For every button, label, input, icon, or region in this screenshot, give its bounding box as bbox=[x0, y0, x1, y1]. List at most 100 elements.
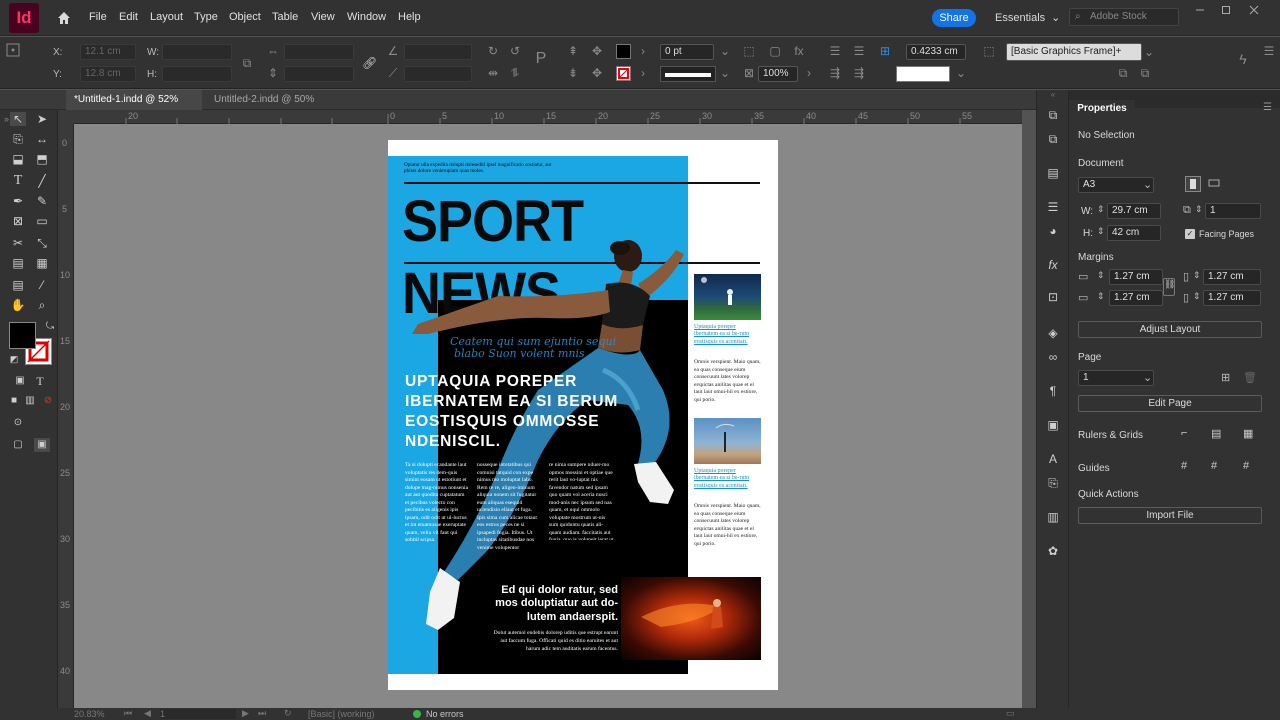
y-field[interactable]: 12.8 cm bbox=[80, 66, 136, 82]
home-icon[interactable] bbox=[56, 10, 72, 26]
margin-right-field[interactable]: 1.27 cm bbox=[1203, 290, 1261, 306]
fx-icon[interactable]: fx bbox=[792, 44, 806, 58]
pencil-tool-icon[interactable]: ✎ bbox=[34, 194, 50, 208]
effects-panel-icon[interactable]: fx bbox=[1045, 258, 1061, 272]
direct-selection-tool-icon[interactable]: ➤ bbox=[34, 112, 50, 126]
flip-horizontal-icon[interactable]: ⇹ bbox=[486, 66, 500, 80]
gap-chevron-icon[interactable]: ⌄ bbox=[954, 66, 968, 80]
margin-left-field[interactable]: 1.27 cm bbox=[1203, 269, 1261, 285]
next-page-icon[interactable]: ▶ bbox=[242, 708, 249, 719]
wrap-around-icon[interactable]: ⇶ bbox=[828, 66, 842, 80]
baseline-grid-icon[interactable]: ▤ bbox=[1211, 427, 1227, 443]
select-previous-icon[interactable]: ✥ bbox=[590, 44, 604, 58]
stepper-icon[interactable]: ⇕ bbox=[1193, 291, 1201, 302]
refresh-icon[interactable]: ↻ bbox=[284, 708, 292, 719]
selection-tool-icon[interactable]: ↖ bbox=[10, 112, 26, 126]
headline[interactable]: UPTAQUIA POREPER IBERNATEM EA SI BERUM E… bbox=[405, 372, 663, 452]
rotate-ccw-icon[interactable]: ↺ bbox=[508, 44, 522, 58]
page-tool-icon[interactable]: ⎘ bbox=[10, 132, 26, 146]
cc-libraries-icon[interactable]: ⊡ bbox=[1045, 290, 1061, 304]
apply-color-icon[interactable]: ■ bbox=[6, 394, 22, 408]
stepper-icon[interactable]: ⇕ bbox=[1195, 204, 1203, 215]
import-file-button[interactable]: Import File bbox=[1078, 507, 1262, 524]
pages-count-field[interactable]: 1 bbox=[1205, 203, 1261, 219]
sidebar-image-1[interactable] bbox=[694, 274, 761, 320]
pages-panel-icon[interactable]: ⧉ bbox=[1045, 108, 1061, 122]
rectangle-tool-icon[interactable]: ▭ bbox=[34, 214, 50, 228]
frame-fitting-icon[interactable]: ⊞ bbox=[878, 44, 892, 58]
scale-y-field[interactable] bbox=[284, 66, 354, 82]
screen-mode-normal-icon[interactable]: ▢ bbox=[10, 438, 26, 452]
body-column-3[interactable]: re nima sumpere nduer-mo opmos mossini e… bbox=[549, 462, 615, 540]
stroke-swatch[interactable] bbox=[616, 66, 631, 81]
reference-point-icon[interactable] bbox=[6, 43, 22, 83]
select-content-icon[interactable]: ⇟ bbox=[566, 66, 580, 80]
swatches-panel-icon[interactable]: ✿ bbox=[1045, 544, 1061, 558]
stepper-icon[interactable]: ⇕ bbox=[1193, 270, 1201, 281]
minimize-icon[interactable] bbox=[1194, 4, 1210, 16]
tab-untitled-1[interactable]: *Untitled-1.indd @ 52% ✕ bbox=[66, 90, 202, 125]
fill-color-swatch-front[interactable] bbox=[9, 322, 36, 349]
select-next-icon[interactable]: ✥ bbox=[590, 66, 604, 80]
bottom-headline[interactable]: Ed qui dolor ratur, sed mos doluptiatur … bbox=[488, 584, 618, 624]
w-field[interactable] bbox=[162, 44, 232, 60]
rectangle-frame-tool-icon[interactable]: ⊠ bbox=[10, 214, 26, 228]
links-panel-icon[interactable]: ∞ bbox=[1045, 350, 1061, 364]
tab-untitled-2[interactable]: Untitled-2.indd @ 50% ✕ bbox=[206, 90, 336, 125]
properties-tab[interactable]: Properties bbox=[1069, 100, 1135, 118]
delete-page-icon[interactable]: 🗑︎ bbox=[1243, 371, 1257, 384]
sidebar-body-1[interactable]: Omnis verspient. Maio quam, ea quas cons… bbox=[694, 359, 762, 407]
sidebar-image-2[interactable] bbox=[694, 418, 761, 464]
smart-guides-icon[interactable]: # bbox=[1243, 460, 1259, 476]
note-tool-icon[interactable]: ▤ bbox=[10, 278, 26, 292]
rotate-field[interactable] bbox=[404, 44, 472, 60]
landscape-orientation-icon[interactable] bbox=[1207, 176, 1223, 192]
color-panel-icon[interactable]: ◕ bbox=[1045, 224, 1061, 238]
adjust-layout-button[interactable]: Adjust Layout bbox=[1078, 321, 1262, 338]
doc-width-field[interactable]: 29.7 cm bbox=[1107, 203, 1161, 219]
paragraph-styles-icon[interactable]: ¶ bbox=[1045, 384, 1061, 398]
add-page-icon[interactable]: ⊞ bbox=[1221, 371, 1230, 384]
close-icon[interactable] bbox=[1248, 4, 1264, 16]
stepper-icon[interactable]: ⇕ bbox=[1097, 270, 1105, 281]
page-number-field[interactable]: 1 bbox=[160, 709, 236, 719]
facing-pages-checkbox[interactable]: ✓ bbox=[1185, 229, 1195, 239]
zoom-tool-icon[interactable]: ⌕ bbox=[34, 298, 50, 312]
stroke-type-chevron-icon[interactable]: ⌄ bbox=[718, 66, 732, 80]
workspace-switcher[interactable]: Essentials ⌄ bbox=[995, 11, 1060, 24]
gap-swatch[interactable] bbox=[896, 66, 950, 82]
sidebar-body-2[interactable]: Omnis verspient. Maio quam, ea quas cons… bbox=[694, 503, 762, 551]
default-colors-icon[interactable]: ◩ bbox=[6, 352, 22, 366]
clear-overrides-icon[interactable]: ⧉ bbox=[1116, 66, 1130, 80]
margin-top-field[interactable]: 1.27 cm bbox=[1109, 269, 1163, 285]
select-container-icon[interactable]: ⇞ bbox=[566, 44, 580, 58]
formatting-text-icon[interactable]: T bbox=[32, 374, 48, 388]
portrait-orientation-icon[interactable] bbox=[1185, 176, 1201, 192]
last-page-icon[interactable]: ⏭ bbox=[258, 708, 266, 719]
scissors-tool-icon[interactable]: ✂ bbox=[10, 236, 26, 250]
swap-colors-icon[interactable]: ⤿ bbox=[42, 320, 58, 334]
horizontal-ruler[interactable]: 20 0 5 10 15 20 25 30 35 40 45 50 55 bbox=[74, 110, 1022, 124]
apply-gradient-icon[interactable]: ▥ bbox=[22, 394, 38, 408]
first-page-icon[interactable]: ⏮ bbox=[124, 708, 132, 719]
gradient-panel-icon[interactable]: ▥ bbox=[1045, 510, 1061, 524]
sidebar-caption-1[interactable]: Uptaquia poreper ibernatem ea si be-rum … bbox=[694, 324, 760, 346]
doc-height-field[interactable]: 42 cm bbox=[1107, 225, 1161, 241]
lightning-icon[interactable]: ϟ bbox=[1236, 52, 1250, 66]
link-margins-icon[interactable]: ⛓ bbox=[1163, 278, 1175, 296]
stroke-type-dropdown[interactable] bbox=[660, 66, 716, 82]
stepper-icon[interactable]: ⇕ bbox=[1097, 204, 1105, 215]
drop-shadow-icon[interactable]: ▢ bbox=[768, 44, 782, 58]
opacity-field[interactable]: 100% bbox=[758, 66, 798, 82]
apply-none-icon[interactable]: ⊘ bbox=[40, 394, 56, 408]
document-grid-icon[interactable]: ▦ bbox=[1243, 427, 1259, 443]
corner-options-icon[interactable]: ⬚ bbox=[742, 44, 756, 58]
panel-menu-icon[interactable]: ☰ bbox=[1262, 44, 1276, 58]
stroke-weight-field[interactable]: 0 pt bbox=[660, 44, 714, 60]
layout-toggle-icon[interactable]: ▭ bbox=[1006, 708, 1015, 719]
zoom-level[interactable]: 20.83% bbox=[74, 709, 105, 719]
maximize-icon[interactable] bbox=[1220, 4, 1236, 16]
bottom-body[interactable]: Dolut autemol endebis dolorep uditis que… bbox=[488, 629, 618, 653]
preflight-errors[interactable]: No errors bbox=[426, 709, 464, 719]
pen-tool-icon[interactable]: ✒ bbox=[10, 194, 26, 208]
